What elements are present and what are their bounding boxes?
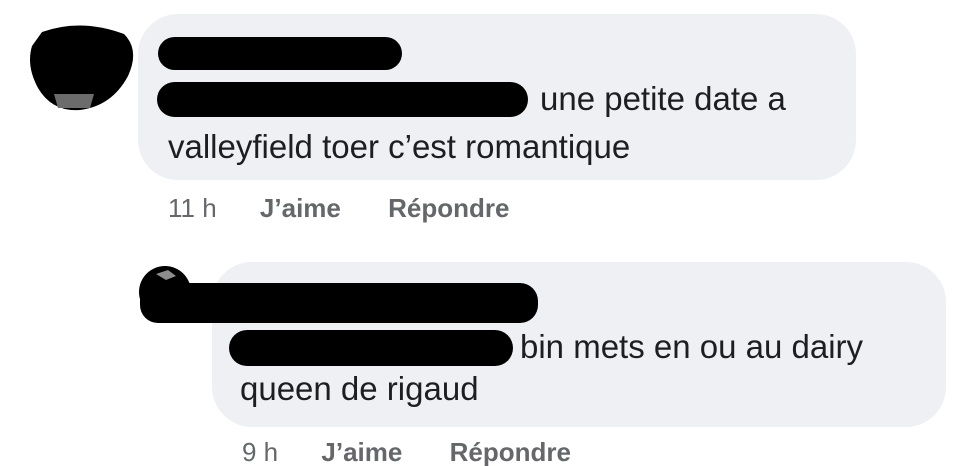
reply-button[interactable]: Répondre [450,437,571,466]
reply-text-line-1: bin mets en ou au dairy [520,328,864,365]
comment-timestamp: 11 h [168,193,217,223]
reply-button[interactable]: Répondre [388,193,509,223]
reply-meta: 9 h J’aime Répondre [242,437,571,466]
comment-meta: 11 h J’aime Répondre [168,193,509,223]
redacted-mention [229,330,513,366]
comment-text-line-1: une petite date a [540,80,786,117]
redacted-mention [157,82,528,117]
avatar[interactable] [24,22,138,116]
like-button[interactable]: J’aime [321,437,402,466]
like-button[interactable]: J’aime [260,193,341,223]
reply-text-line-2: queen de rigaud [240,370,479,407]
redacted-author-name [140,283,538,323]
redacted-author-name [158,37,402,70]
reply-timestamp: 9 h [242,437,279,466]
avatar-redacted-icon [30,25,134,111]
comment-thread: une petite date a valleyfield toer c’est… [0,0,980,466]
comment-text-line-2: valleyfield toer c’est romantique [168,128,631,165]
